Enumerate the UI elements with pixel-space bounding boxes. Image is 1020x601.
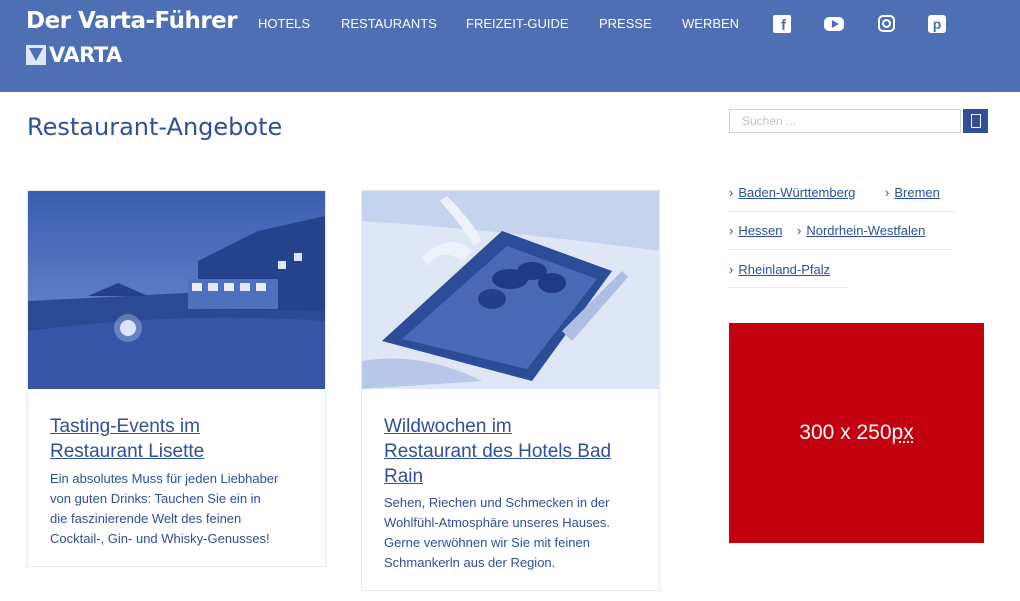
nav-werben[interactable]: WERBEN [682,16,739,31]
category-link-bremen[interactable]: › Bremen [885,185,940,200]
nav-hotels[interactable]: HOTELS [258,16,310,31]
ad-size-label: 300 x 250 [799,421,892,444]
facebook-icon[interactable]: f [773,15,791,34]
card-image-game-dish[interactable] [362,191,659,389]
chevron-right-icon: › [729,223,734,238]
chevron-right-icon: › [729,262,734,277]
varta-logo-icon [26,45,46,65]
instagram-icon[interactable] [878,15,895,32]
site-header: Der Varta-Führer VARTA HOTELS RESTAURANT… [0,0,1020,92]
chevron-right-icon: › [797,223,802,238]
page-title: Restaurant-Angebote [27,113,283,141]
chevron-right-icon: › [729,185,734,200]
card-title[interactable]: Tasting-Events im Restaurant Lisette [50,414,204,464]
nav-restaurants[interactable]: RESTAURANTS [341,16,437,31]
chevron-right-icon: › [885,185,890,200]
site-title[interactable]: Der Varta-Führer [26,8,238,34]
category-link-hessen[interactable]: › Hessen [729,223,782,238]
card-image-night-hotel[interactable] [28,191,325,389]
search-icon [970,114,981,128]
search-button[interactable] [963,109,988,133]
nav-presse[interactable]: PRESSE [599,16,652,31]
divider [729,211,955,212]
varta-logo-text: VARTA [49,43,122,67]
card-title[interactable]: Wildwochen im Restaurant des Hotels Bad … [384,414,611,489]
search-input[interactable]: Suchen ... [729,109,961,133]
varta-logo[interactable]: VARTA [26,43,122,67]
card-text: Ein absolutes Muss für jeden Liebhaber v… [50,471,279,546]
ad-size-unit: px [891,421,914,444]
category-link-rheinland-pfalz[interactable]: › Rheinland-Pfalz [729,262,830,277]
youtube-icon[interactable] [824,17,844,31]
ad-placeholder[interactable]: 300 x 250 px [729,323,984,543]
divider [729,287,847,288]
pinterest-icon[interactable]: p [928,15,946,33]
category-link-baden-wuerttemberg[interactable]: › Baden-Württemberg [729,185,855,200]
divider [729,249,951,250]
nav-freizeit-guide[interactable]: FREIZEIT-GUIDE [466,16,569,31]
offer-card[interactable]: Tasting-Events im Restaurant Lisette Ein… [27,190,326,567]
card-text: Sehen, Riechen und Schmecken in der Wohl… [384,495,610,570]
offer-card[interactable]: Wildwochen im Restaurant des Hotels Bad … [361,190,660,591]
game-dish-photo [362,191,659,389]
category-link-nordrhein-westfalen[interactable]: › Nordrhein-Westfalen [797,223,925,238]
hotel-night-photo [28,191,325,389]
